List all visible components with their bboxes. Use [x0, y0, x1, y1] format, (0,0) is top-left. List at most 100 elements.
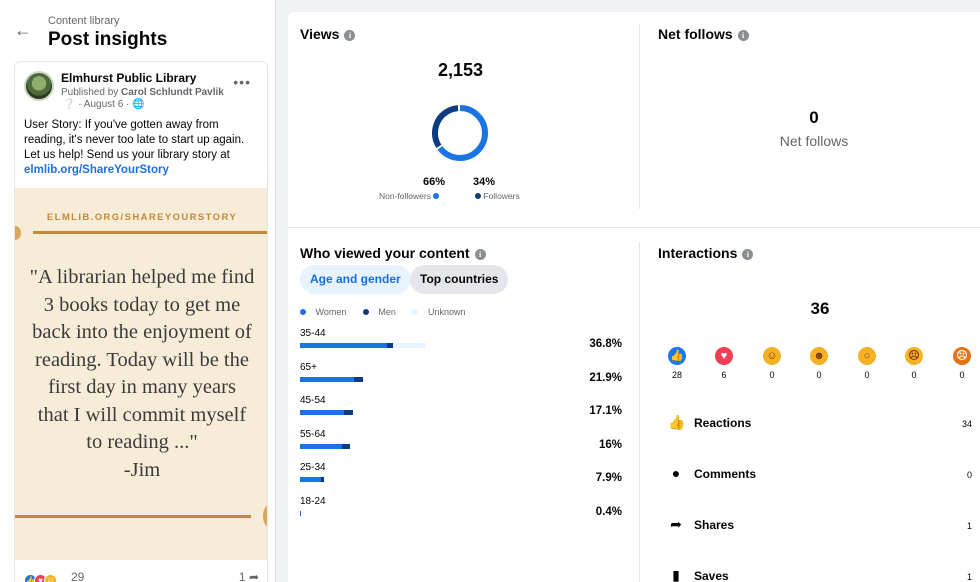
saves-value: 1: [966, 572, 972, 582]
info-icon[interactable]: i: [737, 30, 749, 41]
arrow-left-icon[interactable]: ←: [14, 20, 32, 41]
legend-unknown-label: Unknown: [427, 307, 466, 317]
women-bar: [300, 477, 321, 483]
thumbs-up-icon: 👍: [668, 414, 686, 430]
age-group-pct: 16%: [598, 438, 622, 451]
angry-icon: ☹: [953, 347, 971, 365]
interactions-title: Interactions i: [658, 245, 754, 261]
age-group-pct: 7.9%: [595, 472, 622, 485]
comments-value: 0: [966, 470, 972, 480]
breadcrumb[interactable]: Content library: [48, 15, 120, 27]
info-icon[interactable]: i: [742, 249, 754, 260]
reaction-count[interactable]: 29: [71, 570, 84, 582]
age-group-bar: [300, 443, 600, 449]
quote-line: that I will commit myself: [37, 403, 247, 426]
legend-dot: [300, 309, 306, 315]
info-icon[interactable]: i: [344, 30, 356, 41]
globe-icon: 🌐: [132, 99, 145, 110]
sad-icon: ☹: [905, 347, 923, 365]
post-link[interactable]: elmlib.org/ShareYourStory: [24, 164, 169, 176]
age-group-label: 55-64: [300, 428, 326, 440]
like-count: 28: [671, 370, 682, 380]
divider: [639, 242, 640, 582]
women-bar: [300, 443, 342, 449]
share-icon: ➦: [670, 516, 682, 532]
age-group-bar: [300, 343, 600, 348]
post-sidebar: ← Content library Post insights Elmhurst…: [0, 0, 276, 582]
tab-top-countries[interactable]: Top countries: [410, 265, 509, 294]
bookmark-icon: ▮: [672, 567, 680, 582]
post-date-text[interactable]: · August 6 ·: [78, 99, 129, 110]
angry-count: 0: [959, 370, 965, 380]
published-by-prefix: Published by: [61, 87, 122, 98]
post-body: User Story: If you've gotten away from r…: [24, 119, 245, 161]
post-date: ❔ · August 6 · 🌐: [63, 99, 145, 110]
publisher-name[interactable]: Carol Schlundt Pavlik: [121, 87, 224, 98]
post-footer: 👍 ♥ ☺ 29 1 ➦: [15, 567, 267, 582]
gender-legend: Women Men Unknown: [300, 307, 479, 317]
image-decoration: [263, 505, 267, 527]
reactions-value: 34: [961, 419, 972, 429]
non-followers-pct: 66%: [423, 176, 446, 188]
age-group-label: 65+: [300, 361, 317, 373]
quote-author: -Jim: [123, 458, 161, 481]
legend-dot: [412, 309, 419, 315]
who-viewed-title: Who viewed your content i: [300, 245, 486, 261]
info-icon[interactable]: i: [474, 249, 486, 260]
quote-line: reading. Today will be the: [35, 348, 249, 371]
age-group-pct: 21.9%: [589, 371, 622, 384]
image-url-text: ELMLIB.ORG/SHAREYOURSTORY: [46, 212, 238, 223]
age-group-bar: [300, 410, 600, 416]
comment-icon: ●: [671, 465, 681, 481]
comments-label: Comments: [694, 467, 757, 481]
women-bar: [300, 343, 387, 348]
legend-unknown: Unknown: [412, 307, 472, 317]
share-count[interactable]: 1 ➦: [239, 570, 259, 582]
quote-line: "A librarian helped me find: [29, 266, 255, 288]
legend-women: Women: [300, 307, 353, 317]
more-options-button[interactable]: •••: [233, 74, 251, 90]
like-icon: 👍: [668, 347, 686, 365]
page-avatar[interactable]: [24, 71, 54, 101]
love-icon: ♥: [715, 347, 733, 365]
age-group-pct: 36.8%: [589, 338, 622, 350]
image-divider-bottom: [15, 515, 251, 518]
insights-panel: Views i 2,153 66% Non-followers 34% Follo…: [288, 12, 980, 582]
followers-pct: 34%: [473, 176, 496, 188]
quote-line: to reading ...": [86, 431, 198, 453]
non-followers-legend: Non-followers: [379, 191, 440, 201]
legend-dot: [433, 193, 440, 199]
interactions-total: 36: [810, 299, 830, 318]
views-title: Views i: [300, 26, 356, 42]
age-group-bar: [300, 477, 600, 483]
legend-dot: [362, 309, 369, 315]
saves-label: Saves: [694, 569, 729, 582]
share-count-value: 1: [238, 570, 246, 582]
image-decoration: [15, 226, 21, 240]
reaction-icons[interactable]: 👍 ♥ ☺: [24, 570, 57, 582]
wow-icon: ○: [858, 347, 876, 365]
tab-age-and-gender[interactable]: Age and gender: [300, 265, 411, 294]
care-icon: ☺: [763, 347, 781, 365]
love-count: 6: [721, 370, 727, 380]
page-name[interactable]: Elmhurst Public Library: [61, 71, 196, 85]
who-viewed-title-text: Who viewed your content: [300, 245, 470, 261]
men-bar: [321, 477, 324, 483]
legend-dot: [475, 193, 481, 199]
divider: [288, 227, 980, 228]
care-count: 0: [769, 370, 775, 380]
care-icon: ☺: [44, 574, 57, 582]
followers-legend: Followers: [475, 191, 520, 201]
page-title: Post insights: [48, 29, 168, 50]
men-bar: [387, 343, 393, 348]
quote-line: first day in many years: [48, 376, 236, 398]
women-bar: [300, 376, 354, 382]
wow-count: 0: [864, 370, 870, 380]
post-image[interactable]: ELMLIB.ORG/SHAREYOURSTORY "A librarian h…: [15, 188, 267, 560]
men-bar: [354, 376, 363, 382]
image-quote: "A librarian helped me find 3 books toda…: [15, 264, 267, 484]
men-bar: [342, 443, 350, 449]
views-total: 2,153: [437, 60, 484, 80]
women-bar: [300, 511, 302, 516]
help-icon: ❔: [63, 99, 76, 110]
